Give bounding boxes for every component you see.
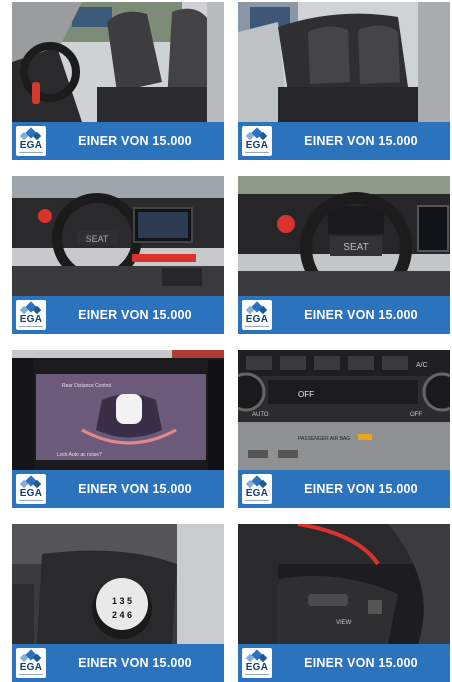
caption-text: EINER VON 15.000 <box>304 482 418 496</box>
ega-logo: EGA <box>16 648 46 678</box>
svg-text:2 4 6: 2 4 6 <box>112 610 132 620</box>
gallery-tile-steering-wheel[interactable]: SEAT EGA EINER VON 15.000 <box>238 176 450 334</box>
ega-logo: EGA <box>16 474 46 504</box>
wheel-buttons-photo: VIEW <box>238 524 450 644</box>
svg-text:OFF: OFF <box>410 412 422 418</box>
caption-text: EINER VON 15.000 <box>78 656 192 670</box>
gallery-tile-rear-seats[interactable]: EGA EINER VON 15.000 <box>238 2 450 160</box>
rear-seats-photo <box>238 2 450 122</box>
svg-text:PASSENGER AIR BAG: PASSENGER AIR BAG <box>298 436 350 442</box>
photo-caption-banner: EGA EINER VON 15.000 <box>238 470 450 508</box>
caption-text: EINER VON 15.000 <box>304 656 418 670</box>
gallery-tile-infotainment[interactable]: Rear Distance Control Lock Auto ac noise… <box>12 350 224 508</box>
infotainment-footer: Lock Auto ac noise? <box>57 452 102 458</box>
svg-text:1 3 5: 1 3 5 <box>112 596 132 606</box>
svg-text:A/C: A/C <box>416 362 428 369</box>
ega-logo: EGA <box>16 126 46 156</box>
infotainment-title: Rear Distance Control <box>62 383 111 389</box>
gallery-tile-dashboard[interactable]: SEAT EGA EINER VON 15.000 <box>12 176 224 334</box>
gallery-tile-gear-shift[interactable]: 1 3 5 2 4 6 EGA EINER VON 15.000 <box>12 524 224 682</box>
caption-text: EINER VON 15.000 <box>78 308 192 322</box>
caption-text: EINER VON 15.000 <box>304 308 418 322</box>
photo-caption-banner: EGA EINER VON 15.000 <box>12 470 224 508</box>
photo-caption-banner: EGA EINER VON 15.000 <box>12 644 224 682</box>
photo-caption-banner: EGA EINER VON 15.000 <box>12 296 224 334</box>
photo-caption-banner: EGA EINER VON 15.000 <box>238 122 450 160</box>
ega-logo: EGA <box>242 300 272 330</box>
gear-shift-photo: 1 3 5 2 4 6 <box>12 524 224 644</box>
ega-logo: EGA <box>16 300 46 330</box>
caption-text: EINER VON 15.000 <box>78 134 192 148</box>
caption-text: EINER VON 15.000 <box>78 482 192 496</box>
photo-caption-banner: EGA EINER VON 15.000 <box>238 644 450 682</box>
front-seats-photo <box>12 2 224 122</box>
gallery-tile-climate-controls[interactable]: A/C OFF AUTO OFF PASSENGER AIR BAG EGA E… <box>238 350 450 508</box>
svg-text:SEAT: SEAT <box>343 242 368 253</box>
dashboard-photo: SEAT <box>12 176 224 296</box>
ega-logo: EGA <box>242 648 272 678</box>
steering-wheel-photo: SEAT <box>238 176 450 296</box>
svg-text:AUTO: AUTO <box>252 412 269 418</box>
gallery-tile-wheel-buttons[interactable]: VIEW EGA EINER VON 15.000 <box>238 524 450 682</box>
svg-text:SEAT: SEAT <box>86 234 109 244</box>
svg-text:OFF: OFF <box>298 390 314 399</box>
ega-logo: EGA <box>242 126 272 156</box>
climate-controls-photo: A/C OFF AUTO OFF PASSENGER AIR BAG <box>238 350 450 470</box>
caption-text: EINER VON 15.000 <box>304 134 418 148</box>
photo-caption-banner: EGA EINER VON 15.000 <box>238 296 450 334</box>
gallery-tile-front-seats[interactable]: EGA EINER VON 15.000 <box>12 2 224 160</box>
svg-text:VIEW: VIEW <box>336 620 352 626</box>
photo-caption-banner: EGA EINER VON 15.000 <box>12 122 224 160</box>
ega-logo: EGA <box>242 474 272 504</box>
infotainment-photo: Rear Distance Control Lock Auto ac noise… <box>12 350 224 470</box>
